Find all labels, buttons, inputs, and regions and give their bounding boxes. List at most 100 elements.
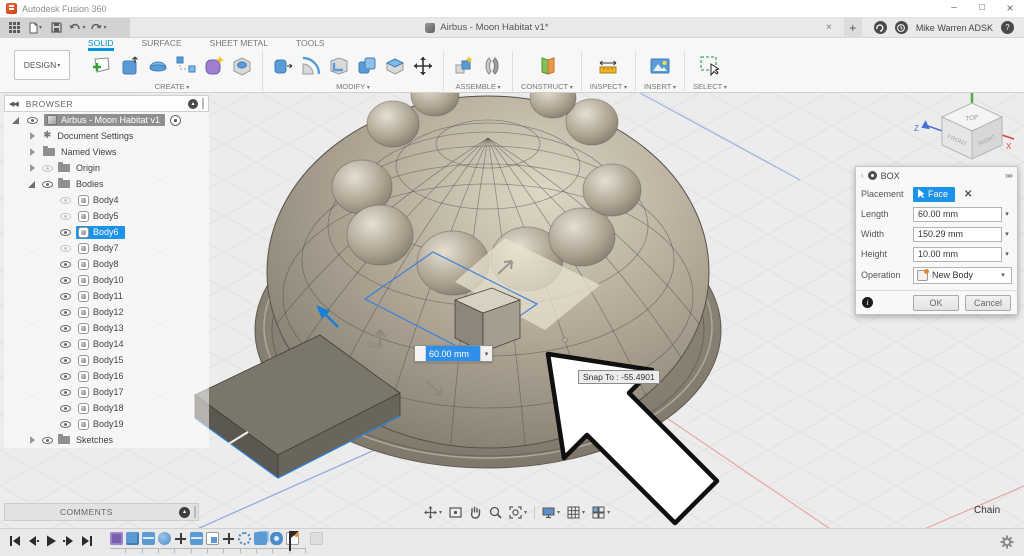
group-label-construct[interactable]: CONSTRUCT <box>521 82 573 91</box>
ok-button[interactable]: OK <box>913 295 959 311</box>
browser-row-body[interactable]: Body16 <box>4 368 209 384</box>
look-at-icon[interactable] <box>449 506 462 519</box>
timeline-shell-feature-icon[interactable] <box>190 532 203 545</box>
timeline-playhead[interactable] <box>289 531 291 551</box>
timeline-sphere-feature-icon[interactable] <box>158 532 171 545</box>
measure-icon[interactable] <box>596 54 620 78</box>
dialog-dock-handle-icon[interactable] <box>861 171 864 180</box>
orbit-icon[interactable] <box>424 506 442 519</box>
play-icon[interactable] <box>44 534 57 547</box>
group-label-inspect[interactable]: INSPECT <box>590 82 627 91</box>
folder-label[interactable]: Bodies <box>74 178 110 190</box>
browser-grip-handle[interactable] <box>202 98 204 109</box>
create-sketch-icon[interactable] <box>90 54 114 78</box>
body-name[interactable]: Body19 <box>93 419 124 429</box>
browser-row-body[interactable]: Body7 <box>4 240 209 256</box>
save-icon[interactable] <box>48 20 65 35</box>
visibility-eye-icon[interactable] <box>42 165 53 172</box>
joint-icon[interactable] <box>480 54 504 78</box>
close-button[interactable] <box>996 0 1024 17</box>
visibility-eye-icon[interactable] <box>60 341 71 348</box>
browser-row-bodies[interactable]: Bodies <box>4 176 209 192</box>
dimension-value[interactable]: 60.00 mm <box>426 346 480 361</box>
browser-row-body[interactable]: Body18 <box>4 400 209 416</box>
browser-row-body[interactable]: Body4 <box>4 192 209 208</box>
visibility-eye-icon[interactable] <box>60 373 71 380</box>
timeline-boundary-fill-feature-icon[interactable] <box>206 532 219 545</box>
placement-face-chip[interactable]: Face <box>913 187 955 202</box>
fillet-icon[interactable] <box>299 54 323 78</box>
display-settings-icon[interactable] <box>542 506 560 519</box>
select-icon[interactable] <box>698 54 722 78</box>
length-input[interactable]: 60.00 mm <box>913 207 1002 222</box>
view-cube[interactable]: Z X TOP FRONT RIGHT <box>906 93 1016 171</box>
placement-clear-icon[interactable] <box>964 189 972 200</box>
maximize-button[interactable] <box>968 0 996 17</box>
body-name[interactable]: Body15 <box>93 355 124 365</box>
box-dialog-header[interactable]: BOX <box>856 167 1017 184</box>
notification-clock-icon[interactable] <box>895 21 908 34</box>
browser-row-body[interactable]: Body13 <box>4 320 209 336</box>
tab-tools[interactable]: TOOLS <box>296 38 325 51</box>
browser-row-sketches[interactable]: Sketches <box>4 432 209 448</box>
browser-row-body[interactable]: Body5 <box>4 208 209 224</box>
browser-root-row[interactable]: Airbus - Moon Habitat v1 <box>4 112 209 128</box>
folder-label[interactable]: Named Views <box>59 146 122 158</box>
browser-row-body[interactable]: Body11 <box>4 288 209 304</box>
group-label-modify[interactable]: MODIFY <box>336 82 370 91</box>
visibility-eye-icon[interactable] <box>60 197 71 204</box>
expanded-triangle-icon[interactable] <box>28 181 35 188</box>
construction-plane-icon[interactable] <box>535 54 559 78</box>
timeline-torus-feature-icon[interactable] <box>270 532 283 545</box>
body-name[interactable]: Body17 <box>93 387 124 397</box>
press-pull-icon[interactable] <box>271 54 295 78</box>
redo-icon[interactable] <box>90 20 107 35</box>
app-grid-icon[interactable] <box>6 20 23 35</box>
comments-bar[interactable]: COMMENTS <box>4 503 199 521</box>
body-name[interactable]: Body8 <box>93 259 119 269</box>
visibility-eye-icon[interactable] <box>60 357 71 364</box>
dimension-drag-handle[interactable] <box>415 346 426 361</box>
visibility-eye-icon[interactable] <box>60 405 71 412</box>
step-back-icon[interactable] <box>26 534 39 547</box>
grid-display-icon[interactable] <box>567 506 585 519</box>
browser-collapse-icon[interactable] <box>9 100 18 108</box>
comments-grip-handle[interactable] <box>194 506 196 518</box>
group-label-create[interactable]: CREATE <box>155 82 190 91</box>
visibility-eye-icon[interactable] <box>60 309 71 316</box>
body-name[interactable]: Body14 <box>93 339 124 349</box>
timeline-combine-feature-icon[interactable] <box>254 532 267 545</box>
body-name[interactable]: Body13 <box>93 323 124 333</box>
undo-icon[interactable] <box>69 20 86 35</box>
folder-label[interactable]: Document Settings <box>55 130 139 142</box>
timeline-extrude-feature-icon[interactable] <box>126 532 139 545</box>
length-dropdown-icon[interactable] <box>1002 210 1012 218</box>
new-component-icon[interactable] <box>452 54 476 78</box>
minimize-button[interactable] <box>940 0 968 17</box>
new-tab-button[interactable] <box>844 18 862 38</box>
collapsed-triangle-icon[interactable] <box>30 148 35 156</box>
visibility-eye-icon[interactable] <box>42 181 53 188</box>
zoom-icon[interactable] <box>489 506 502 519</box>
body-name[interactable]: Body10 <box>93 275 124 285</box>
height-input[interactable]: 10.00 mm <box>913 247 1002 262</box>
skip-to-end-icon[interactable] <box>80 534 93 547</box>
timeline-shell-feature-icon[interactable] <box>142 532 155 545</box>
sweep-icon[interactable] <box>174 54 198 78</box>
info-icon[interactable] <box>862 297 873 308</box>
visibility-eye-icon[interactable] <box>60 229 71 236</box>
body-name[interactable]: Body16 <box>93 371 124 381</box>
fit-icon[interactable] <box>509 506 527 519</box>
collapsed-triangle-icon[interactable] <box>30 436 35 444</box>
browser-expand-icon[interactable] <box>188 99 198 109</box>
timeline-move-feature-icon[interactable] <box>222 532 235 545</box>
dialog-pin-icon[interactable] <box>1005 171 1012 180</box>
snap-point[interactable] <box>563 338 568 343</box>
group-label-assemble[interactable]: ASSEMBLE <box>455 82 500 91</box>
browser-header[interactable]: BROWSER <box>4 95 209 112</box>
visibility-eye-icon[interactable] <box>60 277 71 284</box>
file-menu-icon[interactable] <box>27 20 44 35</box>
tab-solid[interactable]: SOLID <box>88 38 114 51</box>
step-forward-icon[interactable] <box>62 534 75 547</box>
visibility-eye-icon[interactable] <box>60 293 71 300</box>
